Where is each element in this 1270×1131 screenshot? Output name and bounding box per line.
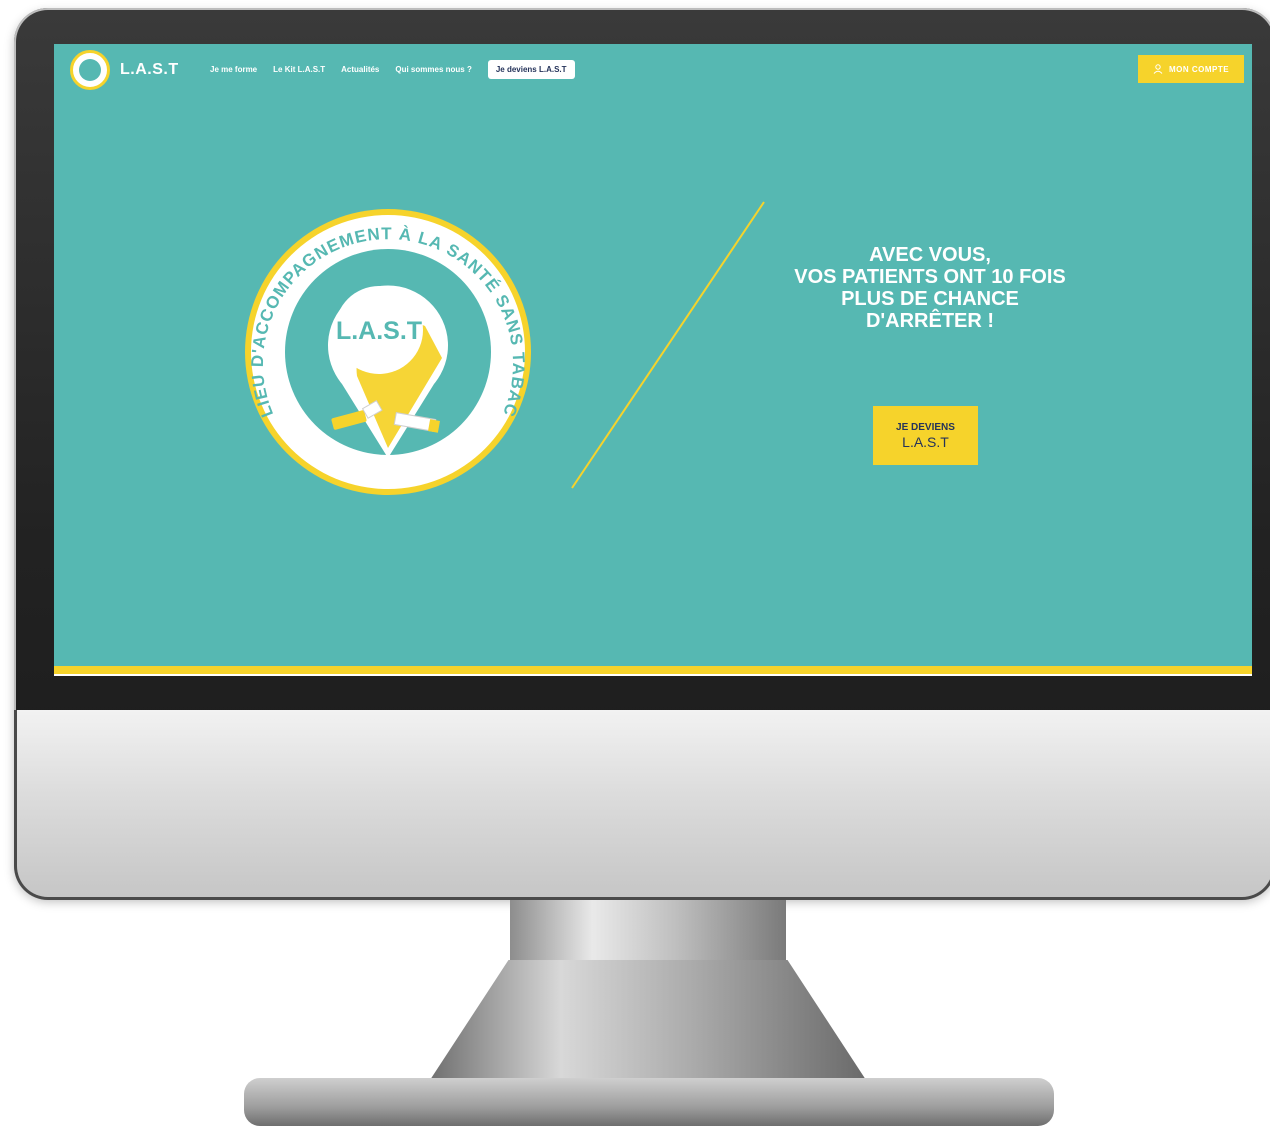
nav-link-je-me-forme[interactable]: Je me forme bbox=[210, 65, 257, 74]
nav-links: Je me forme Le Kit L.A.S.T Actualités Qu… bbox=[210, 60, 575, 79]
footer-white-line bbox=[54, 674, 1252, 676]
hero-cta-line-2: L.A.S.T bbox=[902, 433, 949, 450]
brand[interactable]: L.A.S.T bbox=[70, 50, 179, 90]
monitor-stand-base bbox=[244, 1078, 1054, 1126]
nav-link-qui-sommes-nous[interactable]: Qui sommes nous ? bbox=[395, 65, 471, 74]
hero-divider-line bbox=[571, 201, 765, 489]
emblem-center-text: L.A.S.T bbox=[336, 317, 422, 345]
last-emblem-logo: LIEU D'ACCOMPAGNEMENT À LA SANTÉ SANS TA… bbox=[245, 209, 531, 495]
hero-title-line-2: VOS PATIENTS ONT 10 FOIS bbox=[794, 266, 1066, 288]
hero-title-line-3: PLUS DE CHANCE bbox=[841, 288, 1019, 310]
user-icon bbox=[1153, 64, 1163, 74]
brand-name: L.A.S.T bbox=[120, 61, 179, 78]
top-navbar: L.A.S.T Je me forme Le Kit L.A.S.T Actua… bbox=[54, 44, 1252, 94]
website-screen: L.A.S.T Je me forme Le Kit L.A.S.T Actua… bbox=[54, 44, 1252, 676]
brand-logo-icon bbox=[70, 50, 110, 90]
account-button[interactable]: MON COMPTE bbox=[1138, 55, 1244, 83]
nav-cta-je-deviens[interactable]: Je deviens L.A.S.T bbox=[487, 60, 575, 79]
monitor-stand-curve bbox=[430, 960, 866, 1080]
hero-title-line-1: AVEC VOUS, bbox=[869, 244, 991, 266]
hero-cta-line-1: JE DEVIENS bbox=[896, 421, 955, 433]
nav-link-le-kit[interactable]: Le Kit L.A.S.T bbox=[273, 65, 325, 74]
hero-title: AVEC VOUS, VOS PATIENTS ONT 10 FOIS PLUS… bbox=[730, 244, 1130, 332]
hero-cta-button[interactable]: JE DEVIENS L.A.S.T bbox=[873, 406, 978, 465]
monitor-chin bbox=[14, 710, 1270, 900]
nav-link-actualites[interactable]: Actualités bbox=[341, 65, 379, 74]
account-button-label: MON COMPTE bbox=[1168, 64, 1230, 74]
hero-title-line-4: D'ARRÊTER ! bbox=[865, 310, 995, 332]
